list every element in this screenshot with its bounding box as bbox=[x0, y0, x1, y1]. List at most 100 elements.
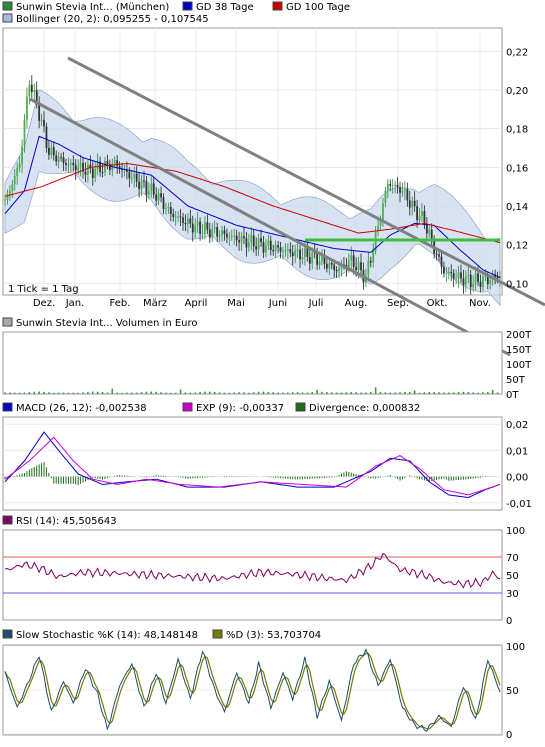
volume-bar-86 bbox=[213, 392, 216, 394]
price-candle-body-51 bbox=[128, 171, 131, 179]
price-candle-body-142 bbox=[350, 255, 353, 261]
volume-bar-78 bbox=[194, 392, 196, 394]
volume-bar-14 bbox=[38, 391, 40, 394]
price-candle-body-66 bbox=[165, 208, 167, 210]
price-candle-body-104 bbox=[257, 238, 260, 250]
price-candle-body-165 bbox=[406, 189, 409, 201]
price-candle-body-98 bbox=[243, 236, 245, 239]
price-candle-body-68 bbox=[169, 206, 172, 214]
price-candle-body-42 bbox=[106, 160, 109, 165]
price-candle-body-121 bbox=[299, 249, 301, 260]
volume-bar-132 bbox=[326, 392, 328, 394]
volume-bar-42 bbox=[106, 392, 109, 394]
volume-bar-96 bbox=[238, 392, 240, 394]
volume-bar-36 bbox=[91, 391, 94, 394]
macd-panel: MACD (26, 12): -0,002538 EXP (9): -0,003… bbox=[2, 402, 532, 511]
price-candle-body-112 bbox=[277, 245, 280, 248]
volume-bar-98 bbox=[243, 392, 245, 394]
price-candle-body-193 bbox=[474, 273, 477, 284]
macd-legend-swatch-2 bbox=[182, 402, 193, 412]
macd-legend-label-1: MACD (26, 12): -0,002538 bbox=[16, 403, 147, 414]
macd-y-tick-3: -0,01 bbox=[506, 499, 532, 510]
volume-bar-60 bbox=[150, 391, 153, 394]
price-candle-body-169 bbox=[416, 206, 418, 221]
volume-bar-6 bbox=[18, 392, 21, 394]
volume-y-tick-0: 200T bbox=[506, 330, 532, 341]
stoch-legend-label-1: Slow Stochastic %K (14): 48,148148 bbox=[16, 630, 198, 641]
price-candle-body-33 bbox=[84, 171, 87, 175]
price-candle-body-185 bbox=[455, 278, 458, 280]
price-candle-body-180 bbox=[443, 266, 445, 274]
volume-y-tick-1: 150T bbox=[506, 345, 532, 356]
volume-bar-104 bbox=[257, 391, 260, 394]
price-candle-body-5 bbox=[16, 167, 19, 176]
volume-bar-32 bbox=[82, 392, 84, 394]
price-candle-body-95 bbox=[235, 235, 238, 241]
volume-bar-56 bbox=[140, 392, 143, 394]
price-candle-body-189 bbox=[464, 276, 467, 286]
price-candle-body-67 bbox=[167, 206, 170, 209]
price-candle-body-0 bbox=[4, 199, 6, 201]
price-candle-body-175 bbox=[430, 229, 433, 240]
volume-bar-92 bbox=[228, 392, 231, 394]
price-y-tick-0: 0,22 bbox=[506, 47, 528, 58]
price-candle-body-9 bbox=[26, 96, 28, 121]
price-candle-body-19 bbox=[50, 147, 53, 155]
volume-bar-90 bbox=[223, 392, 226, 394]
volume-y-tick-4: 0T bbox=[506, 390, 519, 401]
volume-bar-2 bbox=[9, 392, 11, 394]
price-candle-body-163 bbox=[401, 190, 404, 193]
volume-bar-24 bbox=[62, 392, 65, 394]
price-candle-body-173 bbox=[425, 224, 428, 234]
price-candle-body-156 bbox=[384, 190, 387, 204]
price-candle-body-41 bbox=[104, 160, 106, 173]
volume-bar-202 bbox=[496, 392, 499, 394]
price-candle-body-88 bbox=[218, 235, 221, 237]
volume-bar-72 bbox=[179, 389, 182, 394]
price-x-tick-7: Juli bbox=[308, 298, 324, 309]
price-candle-body-29 bbox=[74, 165, 77, 171]
price-candle-body-178 bbox=[438, 254, 440, 257]
price-candle-body-191 bbox=[469, 274, 472, 288]
volume-bar-106 bbox=[262, 391, 265, 394]
price-legend-label-4: Bollinger (20, 2): 0,095255 - 0,107545 bbox=[16, 14, 209, 25]
price-y-tick-1: 0,20 bbox=[506, 86, 528, 97]
volume-bar-158 bbox=[389, 392, 392, 394]
price-candle-body-184 bbox=[452, 273, 455, 279]
macd-legend-swatch-3 bbox=[295, 402, 306, 412]
volume-bar-84 bbox=[209, 391, 211, 394]
price-candle-body-125 bbox=[308, 256, 311, 264]
macd-y-tick-labels: 0,02 0,01 0,00 -0,01 bbox=[506, 420, 532, 510]
price-legend-swatch-1 bbox=[2, 1, 13, 11]
price-legend-swatch-4 bbox=[2, 13, 13, 23]
price-candle-body-100 bbox=[247, 242, 250, 248]
price-candle-body-196 bbox=[482, 276, 484, 288]
price-candle-body-90 bbox=[223, 230, 226, 234]
price-candle-body-145 bbox=[357, 262, 360, 271]
macd-y-tick-0: 0,02 bbox=[506, 420, 528, 431]
volume-bar-40 bbox=[101, 392, 104, 394]
price-candle-body-99 bbox=[245, 238, 248, 248]
price-candle-body-122 bbox=[301, 256, 304, 260]
price-candle-body-166 bbox=[408, 200, 411, 208]
price-candle-body-12 bbox=[33, 89, 36, 93]
price-candle-body-28 bbox=[72, 162, 75, 166]
price-candle-body-160 bbox=[394, 184, 397, 186]
price-candle-body-55 bbox=[138, 181, 141, 189]
price-candle-body-83 bbox=[206, 222, 209, 230]
price-x-tick-10: Okt. bbox=[427, 298, 448, 309]
price-candle-body-128 bbox=[316, 252, 319, 265]
price-candle-body-109 bbox=[269, 240, 272, 251]
volume-bar-12 bbox=[33, 391, 36, 394]
volume-bar-170 bbox=[418, 392, 421, 394]
volume-bar-152 bbox=[374, 387, 377, 394]
price-candle-body-65 bbox=[162, 197, 165, 209]
price-candle-body-150 bbox=[369, 260, 372, 263]
price-candle-body-75 bbox=[186, 218, 189, 225]
price-candle-body-10 bbox=[28, 84, 31, 97]
volume-bar-180 bbox=[443, 392, 445, 394]
price-candle-body-70 bbox=[174, 216, 177, 218]
price-candle-body-85 bbox=[211, 228, 214, 238]
price-candle-body-69 bbox=[172, 213, 175, 218]
price-candle-body-114 bbox=[282, 251, 284, 253]
